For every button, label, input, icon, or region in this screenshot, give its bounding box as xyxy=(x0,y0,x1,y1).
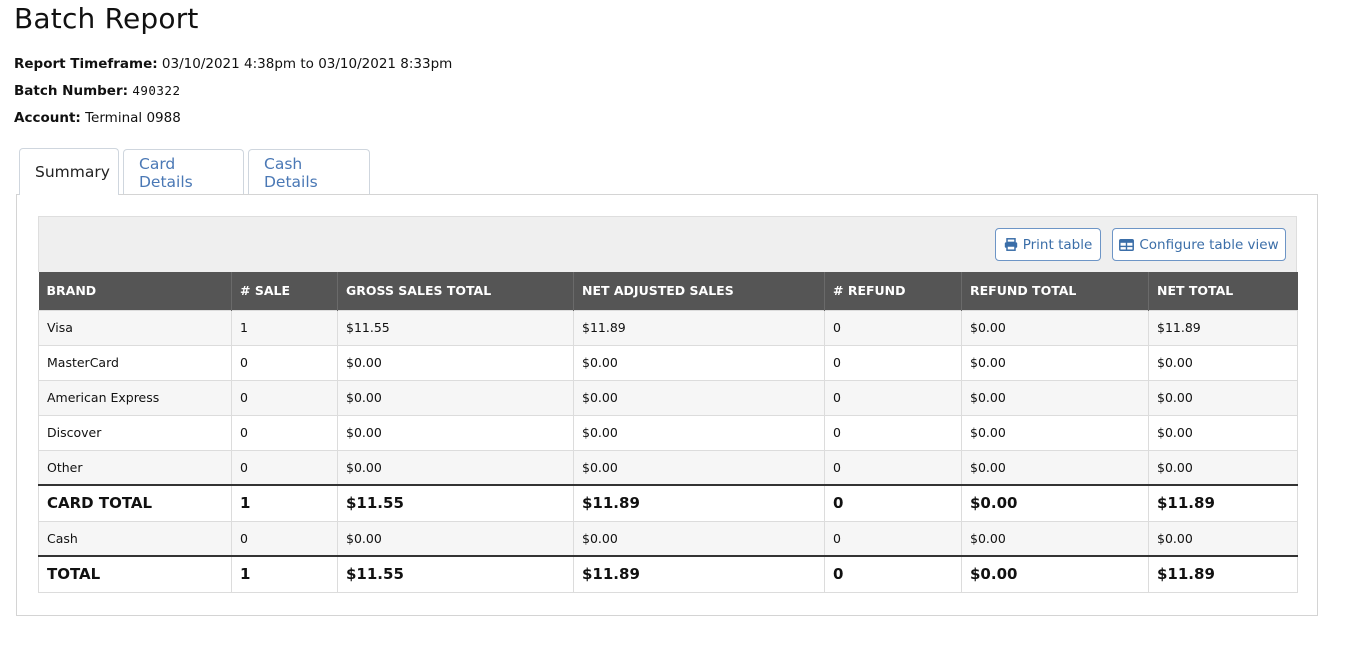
table-cell: 1 xyxy=(231,555,338,593)
table-cell: CARD TOTAL xyxy=(38,484,232,522)
table-cell: $11.55 xyxy=(337,555,574,593)
table-cell: $0.00 xyxy=(961,309,1149,346)
table-toolbar: Print table Configure table view xyxy=(38,216,1297,272)
table-cell: 1 xyxy=(231,484,338,522)
table-cell: $11.89 xyxy=(1148,555,1298,593)
batch-number-label: Batch Number: xyxy=(14,83,129,99)
table-cell: Visa xyxy=(38,309,232,346)
table-cell: $0.00 xyxy=(573,379,825,416)
column-header-net-adjusted-sales[interactable]: NET ADJUSTED SALES xyxy=(573,272,825,310)
report-timeframe: Report Timeframe: 03/10/2021 4:38pm to 0… xyxy=(14,56,452,72)
tab-summary-label: Summary xyxy=(35,163,110,181)
table-row-grand-total: TOTAL 1 $11.55 $11.89 0 $0.00 $11.89 xyxy=(38,555,1298,593)
table-cell: $0.00 xyxy=(1148,520,1298,557)
table-row-card-total: CARD TOTAL 1 $11.55 $11.89 0 $0.00 $11.8… xyxy=(38,484,1298,522)
report-timeframe-label: Report Timeframe: xyxy=(14,56,158,72)
column-header-brand[interactable]: BRAND xyxy=(38,272,232,310)
table-layout-icon xyxy=(1119,238,1135,251)
tab-summary[interactable]: Summary xyxy=(19,148,119,195)
table-row-discover: Discover 0 $0.00 $0.00 0 $0.00 $0.00 xyxy=(38,414,1298,451)
table-row-cash: Cash 0 $0.00 $0.00 0 $0.00 $0.00 xyxy=(38,520,1298,557)
table-cell: 0 xyxy=(824,344,962,381)
table-cell: $0.00 xyxy=(337,379,574,416)
table-cell: American Express xyxy=(38,379,232,416)
table-cell: $0.00 xyxy=(337,520,574,557)
table-cell: $0.00 xyxy=(961,520,1149,557)
table-cell: 0 xyxy=(824,555,962,593)
table-cell: 0 xyxy=(824,484,962,522)
summary-panel: Print table Configure table view BRAND #… xyxy=(16,194,1318,616)
table-cell: $0.00 xyxy=(573,449,825,486)
column-header-refund-total[interactable]: REFUND TOTAL xyxy=(961,272,1149,310)
account: Account: Terminal 0988 xyxy=(14,110,181,126)
column-header-refund-count[interactable]: # REFUND xyxy=(824,272,962,310)
table-cell: 0 xyxy=(231,520,338,557)
table-cell: $0.00 xyxy=(1148,344,1298,381)
table-cell: TOTAL xyxy=(38,555,232,593)
table-cell: $0.00 xyxy=(961,449,1149,486)
page-title: Batch Report xyxy=(14,2,199,35)
column-header-gross-sales-total[interactable]: GROSS SALES TOTAL xyxy=(337,272,574,310)
table-cell: $0.00 xyxy=(961,555,1149,593)
table-cell: $0.00 xyxy=(1148,449,1298,486)
table-row-other: Other 0 $0.00 $0.00 0 $0.00 $0.00 xyxy=(38,449,1298,486)
table-cell: $11.55 xyxy=(337,484,574,522)
table-cell: Discover xyxy=(38,414,232,451)
table-row-mastercard: MasterCard 0 $0.00 $0.00 0 $0.00 $0.00 xyxy=(38,344,1298,381)
account-value: Terminal 0988 xyxy=(85,110,181,126)
batch-report-page: Batch Report Report Timeframe: 03/10/202… xyxy=(0,0,1346,646)
batch-number: Batch Number: 490322 xyxy=(14,83,180,99)
table-cell: MasterCard xyxy=(38,344,232,381)
table-cell: 0 xyxy=(824,520,962,557)
table-cell: 0 xyxy=(231,379,338,416)
table-cell: $0.00 xyxy=(573,344,825,381)
table-cell: $0.00 xyxy=(961,344,1149,381)
table-cell: 0 xyxy=(824,309,962,346)
table-cell: $11.89 xyxy=(1148,484,1298,522)
tab-cash-details-label: Cash Details xyxy=(264,154,318,191)
table-cell: $11.89 xyxy=(1148,309,1298,346)
table-cell: Other xyxy=(38,449,232,486)
table-cell: $0.00 xyxy=(1148,379,1298,416)
table-cell: 0 xyxy=(824,414,962,451)
table-cell: $0.00 xyxy=(573,520,825,557)
table-row-american-express: American Express 0 $0.00 $0.00 0 $0.00 $… xyxy=(38,379,1298,416)
table-header-row: BRAND # SALE GROSS SALES TOTAL NET ADJUS… xyxy=(38,272,1298,310)
table-cell: $0.00 xyxy=(337,344,574,381)
table-cell: 0 xyxy=(824,449,962,486)
table-cell: 0 xyxy=(231,449,338,486)
table-cell: $0.00 xyxy=(961,414,1149,451)
tab-card-details[interactable]: Card Details xyxy=(123,149,244,195)
table-cell: $11.89 xyxy=(573,309,825,346)
configure-table-view-label: Configure table view xyxy=(1139,236,1279,253)
table-cell: $0.00 xyxy=(337,449,574,486)
table-cell: $0.00 xyxy=(961,379,1149,416)
batch-summary-table: BRAND # SALE GROSS SALES TOTAL NET ADJUS… xyxy=(38,272,1298,593)
table-cell: $11.89 xyxy=(573,555,825,593)
table-cell: $0.00 xyxy=(573,414,825,451)
configure-table-view-button[interactable]: Configure table view xyxy=(1112,228,1286,261)
table-cell: 0 xyxy=(231,414,338,451)
table-row-visa: Visa 1 $11.55 $11.89 0 $0.00 $11.89 xyxy=(38,309,1298,346)
column-header-net-total[interactable]: NET TOTAL xyxy=(1148,272,1298,310)
tab-card-details-label: Card Details xyxy=(139,154,193,191)
table-cell: 0 xyxy=(231,344,338,381)
table-cell: Cash xyxy=(38,520,232,557)
table-cell: $0.00 xyxy=(337,414,574,451)
printer-icon xyxy=(1004,238,1017,251)
print-table-button[interactable]: Print table xyxy=(995,228,1101,261)
report-tabs: Summary Card Details Cash Details xyxy=(19,148,374,195)
table-cell: 1 xyxy=(231,309,338,346)
column-header-sale-count[interactable]: # SALE xyxy=(231,272,338,310)
print-table-label: Print table xyxy=(1022,236,1093,253)
table-cell: $0.00 xyxy=(961,484,1149,522)
batch-number-value: 490322 xyxy=(132,83,181,98)
table-cell: 0 xyxy=(824,379,962,416)
tab-cash-details[interactable]: Cash Details xyxy=(248,149,370,195)
table-cell: $11.55 xyxy=(337,309,574,346)
report-timeframe-value: 03/10/2021 4:38pm to 03/10/2021 8:33pm xyxy=(161,56,453,72)
table-cell: $0.00 xyxy=(1148,414,1298,451)
account-label: Account: xyxy=(14,110,81,126)
table-cell: $11.89 xyxy=(573,484,825,522)
